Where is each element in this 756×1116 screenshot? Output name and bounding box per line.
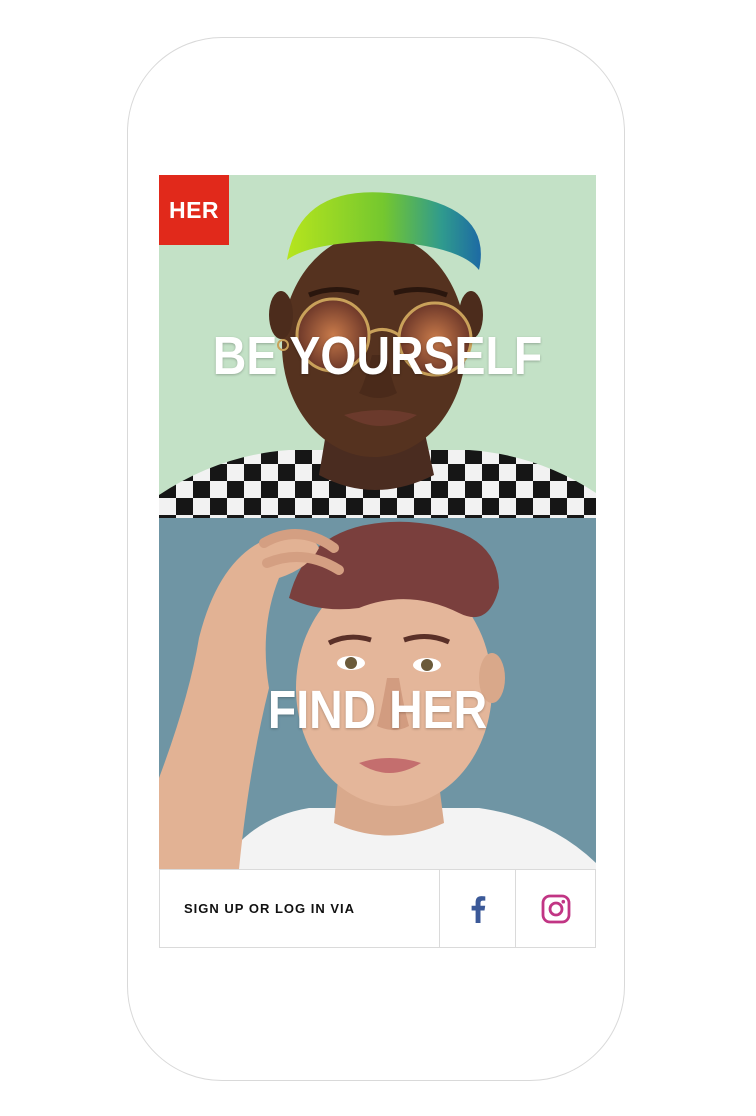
hero-panel-bottom: FIND HER — [159, 518, 596, 869]
hero-panel-top: HER BE YOURSELF — [159, 175, 596, 518]
facebook-login-button[interactable] — [440, 870, 515, 947]
headline-find-her: FIND HER — [267, 680, 488, 740]
facebook-icon — [471, 895, 485, 923]
instagram-icon — [541, 894, 570, 923]
instagram-login-button[interactable] — [515, 870, 595, 947]
signup-label[interactable]: SIGN UP OR LOG IN VIA — [160, 870, 440, 947]
signup-bar: SIGN UP OR LOG IN VIA — [159, 869, 596, 948]
logo-text: HER — [168, 196, 220, 223]
app-screen: HER BE YOURSELF FIND HER SIGN UP OR LOG … — [159, 175, 596, 948]
her-logo: HER — [159, 175, 229, 245]
headline-be-yourself: BE YOURSELF — [212, 326, 543, 386]
